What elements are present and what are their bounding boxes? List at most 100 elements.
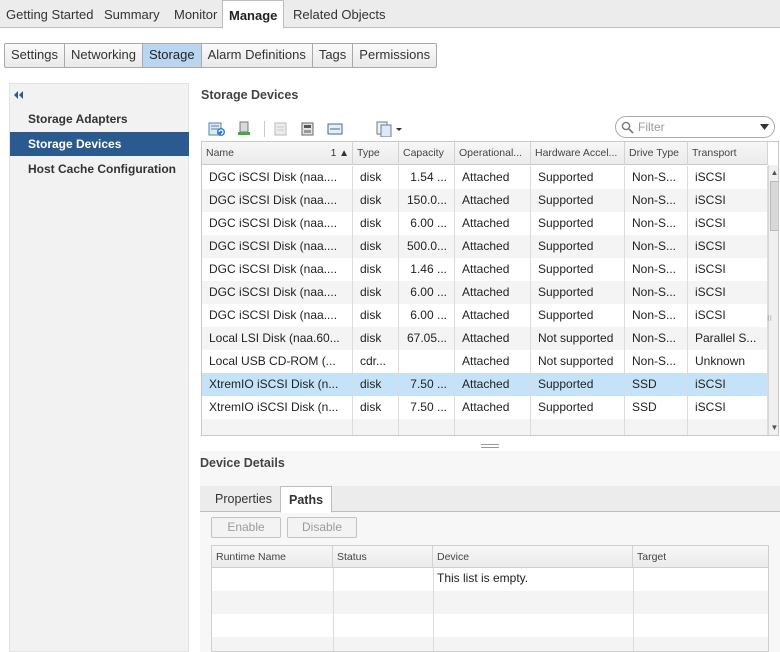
- detach-device-icon[interactable]: [272, 121, 290, 137]
- table-row[interactable]: DGC iSCSI Disk (naa.... disk 6.00 ... Attac…: [202, 304, 768, 327]
- tab-summary[interactable]: Summary: [98, 0, 166, 28]
- filter-box[interactable]: [615, 116, 775, 138]
- device-transport-cell: iSCSI: [688, 396, 768, 419]
- subtab-alarm-definitions[interactable]: Alarm Definitions: [202, 44, 313, 67]
- filter-input[interactable]: [638, 119, 756, 135]
- table-row[interactable]: Local LSI Disk (naa.60... disk 67.05... Att…: [202, 327, 768, 350]
- actions-menu-icon[interactable]: [375, 121, 405, 137]
- scroll-down-icon[interactable]: ▼: [769, 422, 778, 434]
- attach-device-icon[interactable]: [236, 121, 254, 137]
- column-header-label: Name: [206, 147, 235, 159]
- table-row[interactable]: Local USB CD-ROM (... cdr... Attached Not s…: [202, 350, 768, 373]
- column-divider: [333, 568, 334, 651]
- column-header-transport[interactable]: Transport: [688, 142, 768, 165]
- disable-button[interactable]: Disable: [287, 517, 357, 538]
- rename-device-icon[interactable]: [299, 121, 317, 137]
- empty-list-message: This list is empty.: [437, 571, 529, 585]
- tab-getting-started[interactable]: Getting Started: [0, 0, 99, 28]
- subtab-storage[interactable]: Storage: [143, 44, 202, 67]
- panel-resize-handle-icon[interactable]: [481, 443, 499, 449]
- table-row[interactable]: XtremIO iSCSI Disk (n... disk 7.50 ... Atta…: [202, 396, 768, 419]
- column-resize-grip-icon[interactable]: ⁝⁝: [767, 314, 772, 323]
- table-row[interactable]: DGC iSCSI Disk (naa.... disk 150.0... Attac…: [202, 189, 768, 212]
- table-row[interactable]: DGC iSCSI Disk (naa.... disk 6.00 ... Attac…: [202, 281, 768, 304]
- device-hardware-acceleration-cell: Supported: [531, 189, 625, 212]
- device-drive-type-cell: Non-S...: [625, 235, 688, 258]
- column-header-name[interactable]: Name 1 ▲: [202, 142, 353, 165]
- column-header-capacity[interactable]: Capacity: [399, 142, 455, 165]
- device-operational-state-cell: Attached: [455, 166, 531, 189]
- column-header-device[interactable]: Device: [433, 546, 633, 568]
- table-header: Name 1 ▲ Type Capacity Operational... Ha…: [202, 142, 768, 165]
- table-vertical-scrollbar[interactable]: ▲ ▼: [768, 165, 778, 435]
- table-row[interactable]: DGC iSCSI Disk (naa.... disk 1.46 ... Attac…: [202, 258, 768, 281]
- enable-button[interactable]: Enable: [211, 517, 281, 538]
- column-header-operational-state[interactable]: Operational...: [455, 142, 531, 165]
- column-header-runtime-name[interactable]: Runtime Name: [212, 546, 333, 568]
- column-header-hardware-acceleration[interactable]: Hardware Accel...: [531, 142, 625, 165]
- device-drive-type-cell: Non-S...: [625, 281, 688, 304]
- paths-empty-row: [212, 637, 768, 651]
- tab-manage[interactable]: Manage: [222, 0, 285, 29]
- scrollbar-thumb[interactable]: [770, 181, 778, 231]
- nav-storage-devices[interactable]: Storage Devices: [10, 132, 189, 156]
- device-type-cell: disk: [353, 396, 399, 419]
- column-header-drive-type[interactable]: Drive Type: [625, 142, 688, 165]
- device-transport-cell: iSCSI: [688, 235, 768, 258]
- nav-host-cache-configuration[interactable]: Host Cache Configuration: [10, 157, 189, 181]
- device-operational-state-cell: Attached: [455, 212, 531, 235]
- device-transport-cell: iSCSI: [688, 166, 768, 189]
- device-type-cell: disk: [353, 304, 399, 327]
- device-details-tab-bar: Properties Paths: [200, 486, 780, 513]
- tab-paths[interactable]: Paths: [280, 486, 333, 513]
- device-drive-type-cell: Non-S...: [625, 212, 688, 235]
- collapse-left-icon[interactable]: [12, 89, 26, 101]
- device-drive-type-cell: Non-S...: [625, 327, 688, 350]
- table-row[interactable]: DGC iSCSI Disk (naa.... disk 6.00 ... Attac…: [202, 212, 768, 235]
- subtab-permissions[interactable]: Permissions: [353, 44, 436, 67]
- toolbar-separator: [264, 121, 265, 137]
- device-hardware-acceleration-cell: Supported: [531, 373, 625, 396]
- device-operational-state-cell: Attached: [455, 350, 531, 373]
- device-transport-cell: iSCSI: [688, 304, 768, 327]
- device-type-cell: disk: [353, 235, 399, 258]
- device-transport-cell: iSCSI: [688, 258, 768, 281]
- refresh-icon[interactable]: [208, 121, 226, 137]
- table-row[interactable]: DGC iSCSI Disk (naa.... disk 1.54 ... Attac…: [202, 166, 768, 189]
- device-type-cell: disk: [353, 281, 399, 304]
- device-operational-state-cell: Attached: [455, 304, 531, 327]
- paths-table-header: Runtime Name Status Device Target: [212, 546, 768, 568]
- device-transport-cell: Unknown: [688, 350, 768, 373]
- column-header-status[interactable]: Status: [333, 546, 433, 568]
- column-header-type[interactable]: Type: [353, 142, 399, 165]
- device-properties-icon[interactable]: [326, 121, 344, 137]
- device-hardware-acceleration-cell: Supported: [531, 258, 625, 281]
- table-row[interactable]: DGC iSCSI Disk (naa.... disk 500.0... Attac…: [202, 235, 768, 258]
- column-divider: [433, 568, 434, 651]
- table-row[interactable]: XtremIO iSCSI Disk (n... disk 7.50 ... Atta…: [202, 373, 768, 396]
- device-transport-cell: iSCSI: [688, 212, 768, 235]
- device-transport-cell: iSCSI: [688, 373, 768, 396]
- table-body: DGC iSCSI Disk (naa.... disk 1.54 ... Attac…: [202, 166, 768, 435]
- scroll-up-icon[interactable]: ▲: [769, 167, 778, 179]
- tab-monitor[interactable]: Monitor: [168, 0, 223, 28]
- tab-related-objects[interactable]: Related Objects: [287, 0, 392, 28]
- chevron-down-icon[interactable]: [760, 124, 769, 130]
- device-name-cell: [202, 419, 353, 435]
- device-name-cell: Local LSI Disk (naa.60...: [202, 327, 353, 350]
- column-header-target[interactable]: Target: [633, 546, 768, 568]
- manage-subtab-bar: Settings Networking Storage Alarm Defini…: [4, 43, 438, 68]
- subtab-networking[interactable]: Networking: [65, 44, 144, 67]
- subtab-tags[interactable]: Tags: [313, 44, 354, 67]
- device-capacity-cell: 6.00 ...: [399, 304, 455, 327]
- tab-properties[interactable]: Properties: [207, 486, 280, 512]
- device-hardware-acceleration-cell: Supported: [531, 166, 625, 189]
- device-operational-state-cell: Attached: [455, 396, 531, 419]
- subtab-settings[interactable]: Settings: [5, 44, 65, 67]
- nav-storage-adapters[interactable]: Storage Adapters: [10, 107, 189, 131]
- device-capacity-cell: 1.54 ...: [399, 166, 455, 189]
- device-name-cell: DGC iSCSI Disk (naa....: [202, 166, 353, 189]
- column-divider: [633, 568, 634, 651]
- device-name-cell: XtremIO iSCSI Disk (n...: [202, 396, 353, 419]
- paths-empty-row: [212, 591, 768, 614]
